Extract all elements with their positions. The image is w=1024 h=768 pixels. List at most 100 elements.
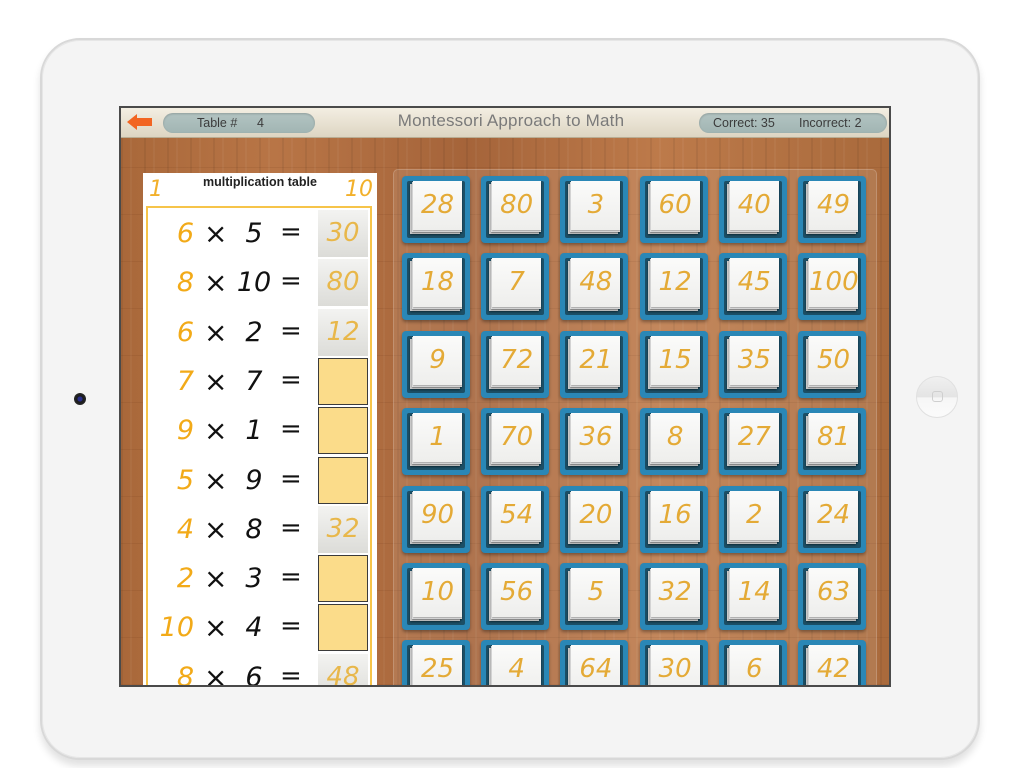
answer-slot-empty[interactable] — [318, 456, 368, 504]
number-card[interactable]: 90 — [413, 490, 462, 540]
number-tile[interactable]: 100 — [798, 253, 866, 321]
number-tile[interactable]: 80 — [481, 176, 550, 243]
number-tile[interactable]: 72 — [481, 330, 550, 398]
number-card[interactable]: 10 — [413, 568, 462, 617]
number-card[interactable]: 100 — [809, 258, 859, 308]
number-tile[interactable]: 2 — [718, 485, 787, 553]
number-tile[interactable]: 49 — [798, 176, 866, 243]
number-card[interactable]: 45 — [729, 258, 779, 308]
number-card[interactable]: 2 — [729, 490, 779, 540]
number-tile[interactable]: 48 — [560, 253, 629, 321]
number-card[interactable]: 14 — [729, 568, 779, 617]
factor-b: 3 — [245, 563, 263, 595]
number-tile[interactable]: 12 — [639, 253, 708, 321]
number-card[interactable]: 48 — [571, 258, 621, 308]
number-tile[interactable]: 9 — [402, 330, 470, 398]
answer-slot-empty[interactable] — [318, 357, 368, 405]
number-tile[interactable]: 1 — [402, 408, 470, 476]
number-tile[interactable]: 10 — [402, 563, 470, 630]
number-card[interactable]: 40 — [729, 181, 779, 230]
number-tile[interactable]: 24 — [798, 485, 866, 553]
table-number-pill[interactable]: Table # 4 — [163, 113, 315, 133]
number-card[interactable]: 1 — [413, 413, 462, 463]
number-tile[interactable]: 42 — [798, 640, 866, 685]
answer-slot-empty[interactable] — [318, 555, 368, 603]
number-card[interactable]: 5 — [571, 568, 621, 617]
number-tile[interactable]: 8 — [639, 408, 708, 476]
number-tile[interactable]: 6 — [718, 640, 787, 685]
number-tile[interactable]: 28 — [402, 176, 470, 243]
home-button[interactable] — [916, 376, 958, 418]
number-card[interactable]: 64 — [571, 645, 621, 685]
number-tile[interactable]: 4 — [481, 640, 550, 685]
number-card[interactable]: 6 — [729, 645, 779, 685]
number-tile[interactable]: 7 — [481, 253, 550, 321]
equation-row: 8 × 6 = 48 — [148, 653, 370, 685]
number-tile[interactable]: 25 — [402, 640, 470, 685]
card-value: 2 — [746, 499, 763, 530]
number-card[interactable]: 12 — [650, 258, 700, 308]
number-tile[interactable]: 36 — [560, 408, 629, 476]
number-card[interactable]: 24 — [809, 490, 858, 540]
number-card[interactable]: 9 — [413, 335, 462, 385]
number-card[interactable]: 72 — [492, 335, 542, 385]
number-tile[interactable]: 3 — [560, 176, 629, 243]
number-tile[interactable]: 81 — [798, 408, 866, 476]
number-tile[interactable]: 90 — [402, 485, 470, 553]
number-tile[interactable]: 40 — [718, 176, 787, 243]
number-tile[interactable]: 63 — [798, 563, 866, 630]
number-card[interactable]: 21 — [571, 335, 621, 385]
number-card[interactable]: 36 — [571, 413, 621, 463]
number-tile[interactable]: 30 — [639, 640, 708, 685]
number-card[interactable]: 3 — [571, 181, 621, 230]
equals-sign: = — [280, 414, 302, 445]
number-card[interactable]: 56 — [492, 568, 542, 617]
number-tile[interactable]: 15 — [639, 330, 708, 398]
times-sign: × — [204, 463, 228, 497]
number-card[interactable]: 50 — [809, 335, 858, 385]
times-sign: × — [204, 266, 228, 300]
number-card[interactable]: 30 — [650, 645, 700, 685]
card-value: 70 — [500, 422, 534, 453]
number-tile[interactable]: 32 — [639, 563, 708, 630]
number-card[interactable]: 42 — [809, 645, 858, 685]
number-card[interactable]: 27 — [729, 413, 779, 463]
card-value: 6 — [746, 654, 763, 685]
number-tile[interactable]: 27 — [718, 408, 787, 476]
number-tile[interactable]: 64 — [560, 640, 629, 685]
number-tile[interactable]: 21 — [560, 330, 629, 398]
number-tile[interactable]: 16 — [639, 485, 708, 553]
number-card[interactable]: 32 — [650, 568, 700, 617]
number-card[interactable]: 18 — [413, 258, 462, 308]
number-card[interactable]: 60 — [650, 181, 700, 230]
number-card[interactable]: 63 — [809, 568, 858, 617]
number-tile[interactable]: 54 — [481, 485, 550, 553]
number-tile[interactable]: 45 — [718, 253, 787, 321]
number-card[interactable]: 25 — [413, 645, 462, 685]
number-card[interactable]: 81 — [809, 413, 858, 463]
number-card[interactable]: 7 — [492, 258, 542, 308]
answer-slot-empty[interactable] — [318, 604, 368, 652]
number-card[interactable]: 8 — [650, 413, 700, 463]
number-tile[interactable]: 70 — [481, 408, 550, 476]
number-card[interactable]: 70 — [492, 413, 542, 463]
answer-slot-empty[interactable] — [318, 407, 368, 455]
number-tile[interactable]: 5 — [560, 563, 629, 630]
number-tile[interactable]: 14 — [718, 563, 787, 630]
number-tile[interactable]: 50 — [798, 330, 866, 398]
number-card[interactable]: 28 — [413, 181, 462, 230]
number-card[interactable]: 20 — [571, 490, 621, 540]
number-tile[interactable]: 60 — [639, 176, 708, 243]
number-tile[interactable]: 56 — [481, 563, 550, 630]
back-button[interactable] — [127, 113, 153, 131]
number-card[interactable]: 35 — [729, 335, 779, 385]
number-card[interactable]: 15 — [650, 335, 700, 385]
number-card[interactable]: 54 — [492, 490, 542, 540]
number-card[interactable]: 49 — [809, 181, 858, 230]
number-tile[interactable]: 18 — [402, 253, 470, 321]
number-tile[interactable]: 35 — [718, 330, 787, 398]
number-card[interactable]: 16 — [650, 490, 700, 540]
number-card[interactable]: 4 — [492, 645, 542, 685]
number-card[interactable]: 80 — [492, 181, 542, 230]
number-tile[interactable]: 20 — [560, 485, 629, 553]
